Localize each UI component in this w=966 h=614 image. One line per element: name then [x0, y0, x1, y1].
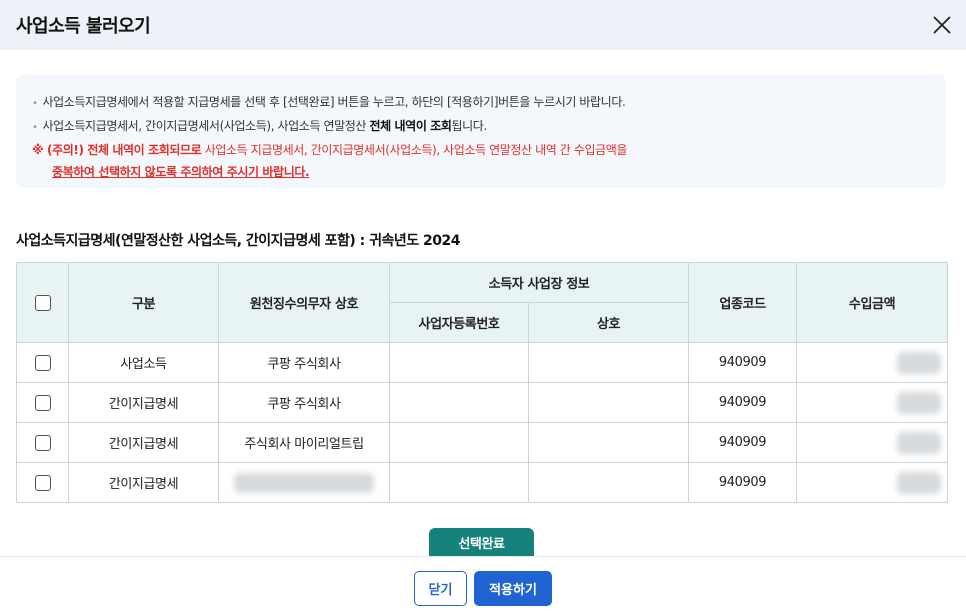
cell-income-amount	[796, 462, 949, 503]
section-title: 사업소득지급명세(연말정산한 사업소득, 간이지급명세 포함) : 귀속년도 2…	[16, 233, 460, 249]
dialog-header: 사업소득 불러오기	[0, 0, 966, 50]
bullet-icon: •	[32, 98, 38, 109]
row-checkbox[interactable]	[34, 394, 51, 411]
header-withholder: 원천징수의무자 상호	[218, 262, 390, 343]
header-income-amount: 수입금액	[796, 262, 949, 343]
close-icon[interactable]	[930, 13, 954, 37]
cell-income-amount	[796, 382, 949, 423]
cell-withholder: 주식회사 마이리얼트립	[218, 422, 390, 463]
row-checkbox-cell	[16, 382, 69, 423]
notice-warning-line-2: 중복하여 선택하지 않도록 주의하여 주시기 바랍니다.	[52, 165, 310, 179]
close-button[interactable]: 닫기	[414, 571, 467, 606]
cell-industry-code: 940909	[688, 342, 798, 383]
row-checkbox-cell	[16, 422, 69, 463]
cell-type: 사업소득	[68, 342, 219, 383]
notice-line-1: • 사업소득지급명세에서 적용할 지급명세를 선택 후 [선택완료] 버튼을 누르…	[32, 95, 626, 109]
table-row[interactable]: 사업소득 쿠팡 주식회사 940909	[16, 342, 949, 383]
row-checkbox-cell	[16, 462, 69, 503]
cell-withholder: 쿠팡 주식회사	[218, 342, 390, 383]
cell-type: 간이지급명세	[68, 422, 219, 463]
redacted-amount	[897, 431, 942, 454]
cell-income-amount	[796, 342, 949, 383]
select-all-checkbox[interactable]	[34, 294, 51, 311]
income-statement-table: 구분 원천징수의무자 상호 소득자 사업장 정보 업종코드 수입금액 사업자등록…	[16, 262, 949, 503]
header-income-place: 소득자 사업장 정보	[388, 262, 690, 303]
cell-biz-reg-no	[389, 342, 529, 383]
table-row[interactable]: 간이지급명세 940909	[16, 462, 949, 503]
row-checkbox-cell	[16, 342, 69, 383]
apply-button[interactable]: 적용하기	[474, 571, 552, 606]
row-checkbox[interactable]	[34, 474, 51, 491]
table-row[interactable]: 간이지급명세 주식회사 마이리얼트립 940909	[16, 422, 949, 463]
cell-trade-name	[527, 422, 690, 463]
cell-industry-code: 940909	[688, 462, 798, 503]
header-biz-reg-no: 사업자등록번호	[389, 302, 529, 343]
row-checkbox[interactable]	[34, 434, 51, 451]
redacted-amount	[897, 471, 942, 494]
dialog-title: 사업소득 불러오기	[16, 16, 151, 37]
row-checkbox[interactable]	[34, 354, 51, 371]
cell-withholder: 쿠팡 주식회사	[218, 382, 390, 423]
cell-income-amount	[796, 422, 949, 463]
cell-trade-name	[527, 382, 690, 423]
notice-box: • 사업소득지급명세에서 적용할 지급명세를 선택 후 [선택완료] 버튼을 누르…	[16, 74, 946, 188]
redacted-amount	[897, 351, 942, 374]
redacted-amount	[897, 391, 942, 414]
notice-line-2: • 사업소득지급명세서, 간이지급명세서(사업소득), 사업소득 연말정산 전체 …	[32, 119, 487, 133]
table-row[interactable]: 간이지급명세 쿠팡 주식회사 940909	[16, 382, 949, 423]
cell-industry-code: 940909	[688, 422, 798, 463]
header-industry-code: 업종코드	[688, 262, 798, 343]
cell-withholder	[218, 462, 390, 503]
header-trade-name: 상호	[527, 302, 690, 343]
import-business-income-dialog: 사업소득 불러오기 • 사업소득지급명세에서 적용할 지급명세를 선택 후 [선택…	[0, 0, 966, 614]
cell-trade-name	[527, 462, 690, 503]
cell-biz-reg-no	[389, 382, 529, 423]
cell-type: 간이지급명세	[68, 462, 219, 503]
select-all-cell	[16, 262, 69, 343]
cell-biz-reg-no	[389, 422, 529, 463]
redacted-withholder	[234, 472, 374, 493]
cell-trade-name	[527, 342, 690, 383]
cell-industry-code: 940909	[688, 382, 798, 423]
bullet-icon: •	[32, 122, 38, 133]
header-type: 구분	[68, 262, 219, 343]
cell-type: 간이지급명세	[68, 382, 219, 423]
cell-biz-reg-no	[389, 462, 529, 503]
notice-warning: ※ (주의!) 전체 내역이 조회되므로 사업소득 지급명세서, 간이지급명세서…	[32, 143, 628, 157]
dialog-footer: 닫기 적용하기	[0, 556, 966, 614]
